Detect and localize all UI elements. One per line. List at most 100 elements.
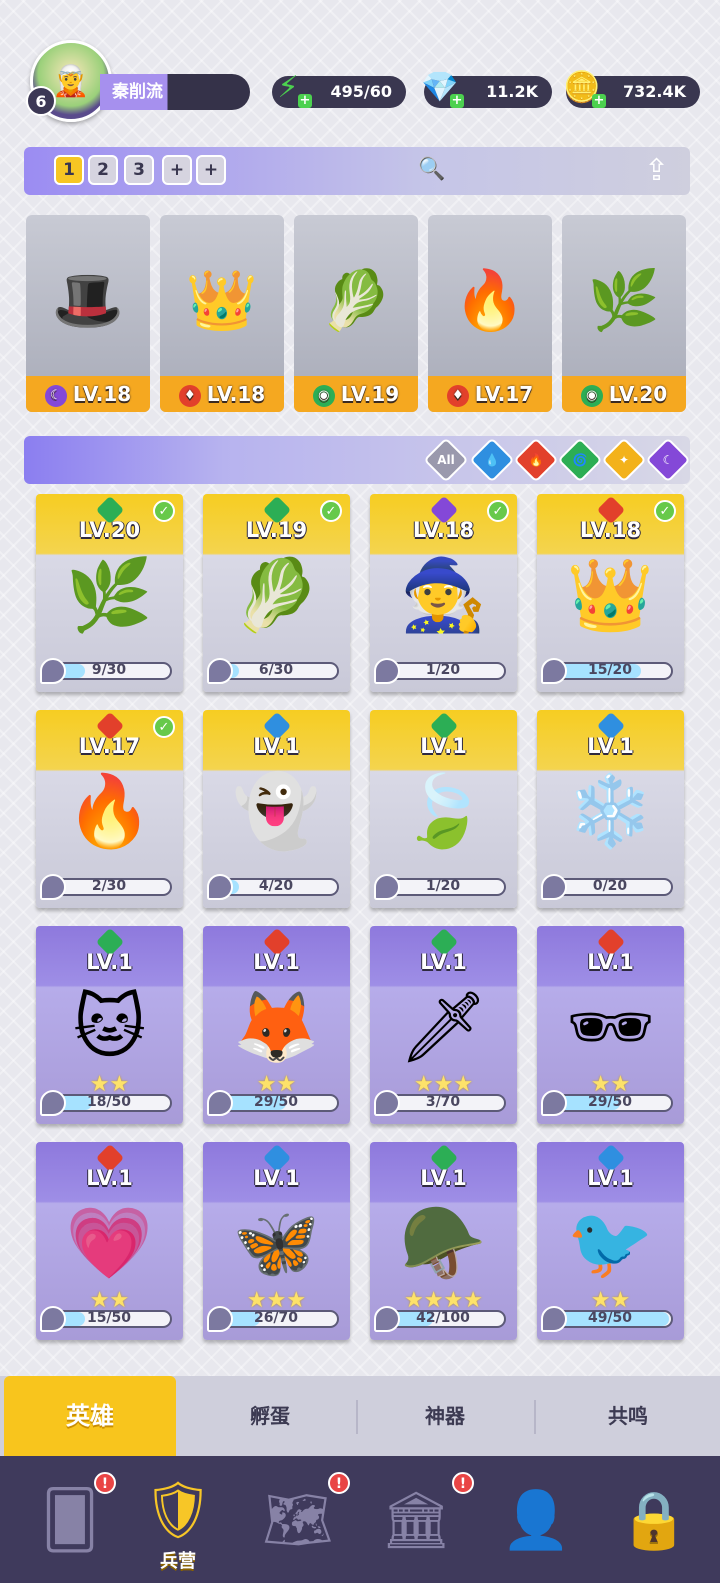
shard-icon: [541, 1306, 567, 1332]
filter-dark-button[interactable]: ☾: [645, 437, 691, 483]
team-slot-5[interactable]: 🌿 ◉ LV.20: [562, 215, 686, 412]
shard-icon: [374, 1090, 400, 1116]
flame-icon: 🔥: [528, 453, 544, 467]
barracks-icon: 🛡: [142, 1477, 214, 1543]
bottom-nav: 🂠 ! 🛡 兵营 🗺 ! 🏛 ! 👤 🔒: [0, 1456, 720, 1583]
hero-card[interactable]: 🐱 LV.1 ★★ 18/50: [36, 926, 183, 1124]
hero-card[interactable]: 🧙 LV.18 ✓ 1/20: [370, 494, 517, 692]
shard-icon: [207, 1306, 233, 1332]
wind-element-icon: ◉: [312, 384, 335, 407]
team-slot-1[interactable]: 🎩 ☾ LV.18: [26, 215, 150, 412]
gold-counter[interactable]: 🪙 + 732.4K: [563, 72, 700, 108]
team-slot-level: ◉ LV.20: [562, 376, 686, 412]
tab-divider: [534, 1400, 536, 1434]
hero-card[interactable]: 🦊 LV.1 ★★ 29/50: [203, 926, 350, 1124]
hero-level: LV.1: [86, 950, 133, 974]
alert-badge: !: [328, 1472, 350, 1494]
shard-progress-text: 3/70: [425, 1094, 461, 1110]
nav-temple[interactable]: 🏛 !: [356, 1470, 476, 1570]
filter-all-button[interactable]: All: [423, 437, 469, 483]
hero-portrait: 🌿: [65, 553, 154, 636]
hero-card[interactable]: 🥬 LV.19 ✓ 6/30: [203, 494, 350, 692]
tab-artifacts[interactable]: 神器: [362, 1390, 528, 1442]
hero-card[interactable]: 🕶 LV.1 ★★ 29/50: [537, 926, 684, 1124]
shard-progress-text: 1/20: [425, 662, 461, 678]
team-tab-2[interactable]: 2: [88, 155, 118, 185]
water-drop-icon: 💧: [484, 453, 500, 467]
hero-card[interactable]: 🦋 LV.1 ★★★ 26/70: [203, 1142, 350, 1340]
shard-progress-text: 9/30: [91, 662, 127, 678]
share-icon[interactable]: ⇪: [644, 153, 669, 188]
hero-card[interactable]: 🗡 LV.1 ★★★ 3/70: [370, 926, 517, 1124]
check-icon: ✓: [153, 500, 175, 522]
shard-icon: [40, 658, 66, 684]
team-lineup: 🎩 ☾ LV.18 👑 ♦ LV.18 🥬 ◉ LV.19 🔥 ♦ LV.17 🌿 ◉ L…: [26, 215, 690, 412]
nav-barracks-label: 兵营: [160, 1551, 196, 1572]
plus-icon[interactable]: +: [592, 94, 606, 108]
shard-progress-text: 49/50: [587, 1310, 633, 1326]
alert-badge: !: [452, 1472, 474, 1494]
gem-counter[interactable]: 💎 + 11.2K: [421, 72, 552, 108]
map-icon: 🗺: [262, 1488, 334, 1553]
hero-level: LV.1: [420, 1166, 467, 1190]
plus-icon[interactable]: +: [298, 94, 312, 108]
nav-hood[interactable]: 👤: [476, 1470, 596, 1570]
hero-level: LV.1: [253, 1166, 300, 1190]
shard-icon: [374, 658, 400, 684]
team-slot-3[interactable]: 🥬 ◉ LV.19: [294, 215, 418, 412]
sub-tabs: 英雄 孵蛋 神器 共鸣: [0, 1376, 720, 1456]
hero-card[interactable]: ❄️ LV.1 0/20: [537, 710, 684, 908]
moon-icon: ☾: [662, 453, 674, 467]
team-slot-4[interactable]: 🔥 ♦ LV.17: [428, 215, 552, 412]
shard-icon: [541, 1090, 567, 1116]
shard-progress-text: 18/50: [86, 1094, 132, 1110]
tab-resonance[interactable]: 共鸣: [540, 1390, 716, 1442]
check-icon: ✓: [487, 500, 509, 522]
alert-badge: !: [94, 1472, 116, 1494]
team-tab-1[interactable]: 1: [54, 155, 84, 185]
add-team-tab[interactable]: +: [162, 155, 192, 185]
hero-card[interactable]: 🌿 LV.20 ✓ 9/30: [36, 494, 183, 692]
player-level: 6: [26, 86, 56, 116]
filter-wind-button[interactable]: 🌀: [557, 437, 603, 483]
temple-icon: 🏛: [380, 1488, 452, 1553]
hero-card[interactable]: 👻 LV.1 4/20: [203, 710, 350, 908]
player-avatar[interactable]: 🧝 6: [26, 40, 112, 122]
hero-card[interactable]: 👑 LV.18 ✓ 15/20: [537, 494, 684, 692]
energy-counter[interactable]: ⚡ + 495/60: [272, 72, 406, 108]
nav-map[interactable]: 🗺 !: [238, 1470, 358, 1570]
team-slot-2[interactable]: 👑 ♦ LV.18: [160, 215, 284, 412]
nav-cards[interactable]: 🂠 !: [10, 1470, 130, 1570]
filter-water-button[interactable]: 💧: [469, 437, 515, 483]
shard-icon: [541, 874, 567, 900]
filter-light-button[interactable]: ✦: [601, 437, 647, 483]
shard-progress-text: 26/70: [253, 1310, 299, 1326]
hero-level: LV.1: [253, 950, 300, 974]
gold-value: 732.4K: [622, 82, 686, 101]
shard-progress-text: 6/30: [258, 662, 294, 678]
shard-icon: [541, 658, 567, 684]
team-tab-3[interactable]: 3: [124, 155, 154, 185]
check-icon: ✓: [654, 500, 676, 522]
energy-value: 495/60: [330, 82, 392, 101]
team-slot-level: ♦ LV.17: [428, 376, 552, 412]
shard-icon: [40, 874, 66, 900]
hero-card[interactable]: 🍃 LV.1 1/20: [370, 710, 517, 908]
search-icon[interactable]: 🔍: [418, 157, 445, 182]
nav-locked[interactable]: 🔒: [594, 1470, 714, 1570]
add-team-tab[interactable]: +: [196, 155, 226, 185]
lock-icon: 🔒: [619, 1488, 689, 1553]
shard-icon: [40, 1306, 66, 1332]
plus-icon[interactable]: +: [450, 94, 464, 108]
hero-card[interactable]: 🪖 LV.1 ★★★★ 42/100: [370, 1142, 517, 1340]
filter-fire-button[interactable]: 🔥: [513, 437, 559, 483]
tab-hatch[interactable]: 孵蛋: [190, 1390, 350, 1442]
hero-card[interactable]: 🐦 LV.1 ★★ 49/50: [537, 1142, 684, 1340]
hero-portrait: 🎩: [51, 265, 125, 334]
hero-card[interactable]: 💗 LV.1 ★★ 15/50: [36, 1142, 183, 1340]
check-icon: ✓: [153, 716, 175, 738]
hero-card[interactable]: 🔥 LV.17 ✓ 2/30: [36, 710, 183, 908]
swirl-icon: 🌀: [572, 453, 588, 467]
hero-level: LV.1: [420, 734, 467, 758]
nav-barracks[interactable]: 🛡 兵营: [118, 1436, 238, 1583]
